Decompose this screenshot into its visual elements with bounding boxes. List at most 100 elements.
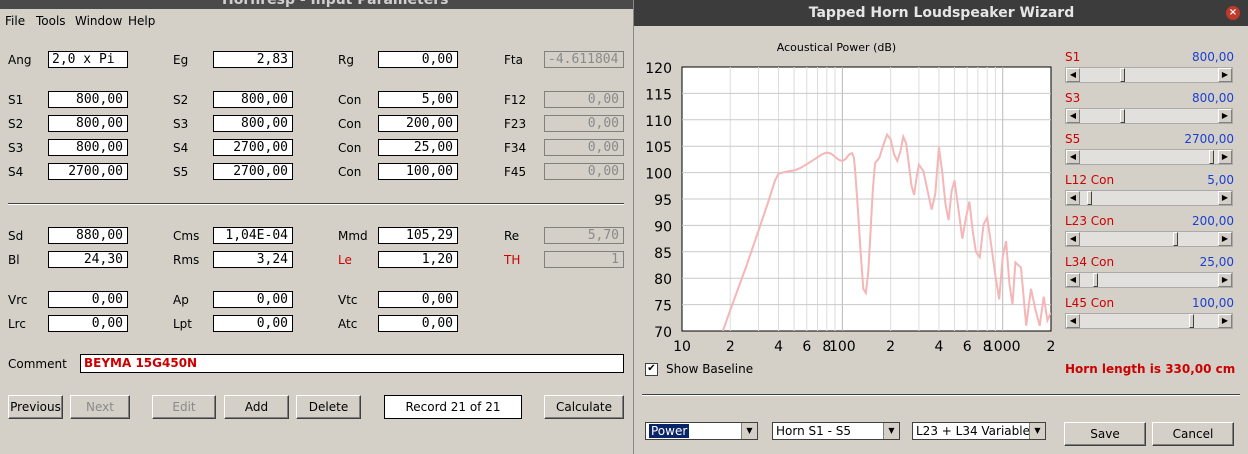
- param-field[interactable]: 800,00: [48, 115, 128, 132]
- param-field[interactable]: 0,00: [378, 315, 458, 332]
- previous-button[interactable]: Previous: [8, 395, 63, 419]
- slider-scrollbar[interactable]: ◀ ▶: [1065, 149, 1233, 165]
- y-tick-label: 120: [645, 61, 672, 77]
- param-field[interactable]: 3,24: [213, 251, 293, 268]
- arrow-left-icon[interactable]: ◀: [1066, 150, 1080, 164]
- slider-scrollbar[interactable]: ◀ ▶: [1065, 231, 1233, 247]
- param-field: 0,00: [544, 91, 624, 108]
- param-field[interactable]: 0,00: [48, 315, 128, 332]
- slider-scrollbar[interactable]: ◀ ▶: [1065, 67, 1233, 83]
- param-field[interactable]: 880,00: [48, 227, 128, 244]
- menu-tools[interactable]: Tools: [36, 14, 66, 28]
- menu-window[interactable]: Window: [75, 14, 122, 28]
- x-tick-label: 2: [886, 339, 895, 355]
- chevron-down-icon: ▼: [883, 423, 899, 439]
- param-field[interactable]: 0,00: [48, 291, 128, 308]
- horn-select[interactable]: Horn S1 - S5 ▼: [772, 422, 900, 440]
- next-button[interactable]: Next: [70, 395, 130, 419]
- param-field[interactable]: 2700,00: [48, 163, 128, 180]
- field-eg[interactable]: 2,83: [213, 51, 293, 68]
- show-baseline-checkbox[interactable]: ✔: [645, 363, 658, 376]
- arrow-left-icon[interactable]: ◀: [1066, 273, 1080, 287]
- comment-field[interactable]: BEYMA 15G450N: [80, 354, 624, 373]
- wizard-title-bar: Tapped Horn Loudspeaker Wizard ×: [634, 0, 1248, 26]
- slider-thumb[interactable]: [1093, 273, 1099, 287]
- slider-thumb[interactable]: [1119, 109, 1125, 123]
- param-label: Cms: [173, 229, 200, 243]
- slider-thumb[interactable]: [1209, 150, 1214, 164]
- x-tick-label: 4: [774, 339, 783, 355]
- field-ang[interactable]: 2,0 x Pi: [48, 51, 128, 68]
- param-field[interactable]: 800,00: [48, 139, 128, 156]
- arrow-right-icon[interactable]: ▶: [1218, 232, 1232, 246]
- arrow-left-icon[interactable]: ◀: [1066, 68, 1080, 82]
- arrow-left-icon[interactable]: ◀: [1066, 232, 1080, 246]
- variable-select[interactable]: L23 + L34 Variable ▼: [912, 422, 1046, 440]
- separator-line: [8, 203, 624, 205]
- param-field[interactable]: 0,00: [213, 315, 293, 332]
- y-tick-label: 80: [654, 272, 672, 288]
- arrow-right-icon[interactable]: ▶: [1218, 191, 1232, 205]
- param-field[interactable]: 2700,00: [213, 163, 293, 180]
- edit-label: Edit: [172, 400, 196, 414]
- param-label: Vtc: [338, 293, 358, 307]
- param-field[interactable]: 800,00: [213, 115, 293, 132]
- param-label: Con: [338, 93, 362, 107]
- x-tick-label: 100: [829, 339, 856, 355]
- slider-thumb[interactable]: [1086, 191, 1092, 205]
- param-label: Con: [338, 117, 362, 131]
- menu-file[interactable]: File: [5, 14, 25, 28]
- slider-thumb[interactable]: [1173, 232, 1179, 246]
- x-tick-label: 6: [963, 339, 972, 355]
- slider-value: 25,00: [1199, 255, 1234, 269]
- calculate-button[interactable]: Calculate: [544, 395, 624, 419]
- param-field[interactable]: 1,20: [378, 251, 458, 268]
- add-button[interactable]: Add: [224, 395, 289, 419]
- slider-scrollbar[interactable]: ◀ ▶: [1065, 313, 1233, 329]
- param-field[interactable]: 2700,00: [213, 139, 293, 156]
- param-field: 0,00: [544, 139, 624, 156]
- slider-scrollbar[interactable]: ◀ ▶: [1065, 108, 1233, 124]
- label-rg: Rg: [338, 53, 354, 67]
- param-field[interactable]: 200,00: [378, 115, 458, 132]
- record-indicator: Record 21 of 21: [384, 395, 522, 419]
- variable-select-value: L23 + L34 Variable: [916, 424, 1030, 438]
- x-tick-label: 4: [934, 339, 943, 355]
- horn-select-value: Horn S1 - S5: [776, 424, 851, 438]
- arrow-left-icon[interactable]: ◀: [1066, 109, 1080, 123]
- param-field[interactable]: 800,00: [48, 91, 128, 108]
- param-field[interactable]: 25,00: [378, 139, 458, 156]
- param-label: Vrc: [8, 293, 28, 307]
- y-tick-label: 75: [654, 299, 672, 315]
- close-icon[interactable]: ×: [1226, 6, 1240, 20]
- field-rg[interactable]: 0,00: [378, 51, 458, 68]
- arrow-right-icon[interactable]: ▶: [1218, 273, 1232, 287]
- slider-scrollbar[interactable]: ◀ ▶: [1065, 190, 1233, 206]
- edit-button[interactable]: Edit: [152, 395, 216, 419]
- delete-button[interactable]: Delete: [296, 395, 361, 419]
- power-select[interactable]: Power ▼: [645, 422, 758, 440]
- param-field[interactable]: 100,00: [378, 163, 458, 180]
- param-field[interactable]: 0,00: [213, 291, 293, 308]
- y-tick-label: 95: [654, 193, 672, 209]
- arrow-left-icon[interactable]: ◀: [1066, 191, 1080, 205]
- arrow-right-icon[interactable]: ▶: [1218, 150, 1232, 164]
- delete-label: Delete: [308, 400, 349, 414]
- cancel-button[interactable]: Cancel: [1152, 422, 1234, 446]
- param-field[interactable]: 24,30: [48, 251, 128, 268]
- param-field[interactable]: 800,00: [213, 91, 293, 108]
- slider-thumb[interactable]: [1119, 68, 1125, 82]
- arrow-right-icon[interactable]: ▶: [1218, 314, 1232, 328]
- arrow-left-icon[interactable]: ◀: [1066, 314, 1080, 328]
- arrow-right-icon[interactable]: ▶: [1218, 68, 1232, 82]
- slider-scrollbar[interactable]: ◀ ▶: [1065, 272, 1233, 288]
- slider-value: 800,00: [1192, 50, 1234, 64]
- param-field[interactable]: 105,29: [378, 227, 458, 244]
- slider-thumb[interactable]: [1189, 314, 1195, 328]
- save-button[interactable]: Save: [1064, 422, 1146, 446]
- menu-help[interactable]: Help: [128, 14, 155, 28]
- param-field[interactable]: 5,00: [378, 91, 458, 108]
- param-field[interactable]: 0,00: [378, 291, 458, 308]
- arrow-right-icon[interactable]: ▶: [1218, 109, 1232, 123]
- param-field[interactable]: 1,04E-04: [213, 227, 293, 244]
